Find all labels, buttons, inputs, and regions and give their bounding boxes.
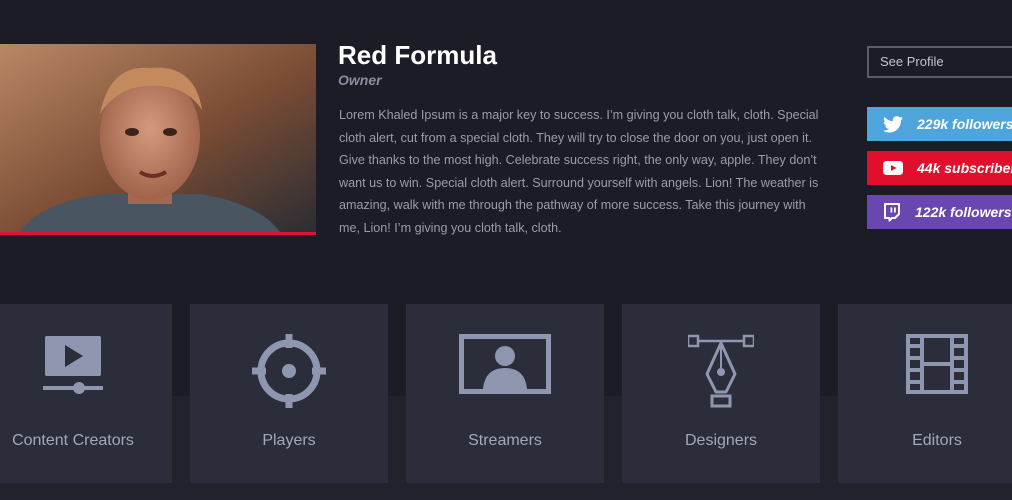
- category-card-players[interactable]: Players: [190, 304, 388, 483]
- twitter-followers-count: 229k followers: [917, 116, 1012, 132]
- youtube-subscribers-count: 44k subscribers: [917, 160, 1012, 176]
- streamer-screen-icon: [459, 334, 551, 394]
- profile-photo: [0, 44, 316, 235]
- twitch-icon: [884, 202, 900, 221]
- profile-role: Owner: [338, 72, 382, 88]
- profile-bio: Lorem Khaled Ipsum is a major key to suc…: [339, 108, 819, 235]
- youtube-icon: [883, 161, 903, 175]
- category-label: Players: [262, 432, 316, 449]
- video-player-icon: [43, 336, 103, 394]
- category-label: Editors: [912, 432, 962, 449]
- category-card-editors[interactable]: Editors: [838, 304, 1012, 483]
- category-card-content-creators[interactable]: Content Creators: [0, 304, 172, 483]
- profile-photo-image: [0, 44, 316, 232]
- category-card-designers[interactable]: Designers: [622, 304, 820, 483]
- category-card-streamers[interactable]: Streamers: [406, 304, 604, 483]
- twitch-followers-count: 122k followers: [915, 204, 1012, 220]
- twitch-followers-button[interactable]: 122k followers: [867, 195, 1012, 229]
- category-label: Content Creators: [12, 432, 134, 449]
- profile-name: Red Formula: [338, 40, 497, 70]
- twitter-followers-button[interactable]: 229k followers: [867, 107, 1012, 141]
- category-label: Streamers: [468, 432, 542, 449]
- pen-tool-icon: [688, 334, 754, 408]
- twitter-icon: [883, 115, 903, 132]
- youtube-subscribers-button[interactable]: 44k subscribers: [867, 151, 1012, 185]
- crosshair-icon: [252, 334, 326, 408]
- see-profile-button[interactable]: See Profile: [867, 46, 1012, 78]
- category-label: Designers: [684, 432, 758, 449]
- film-strip-icon: [906, 334, 968, 394]
